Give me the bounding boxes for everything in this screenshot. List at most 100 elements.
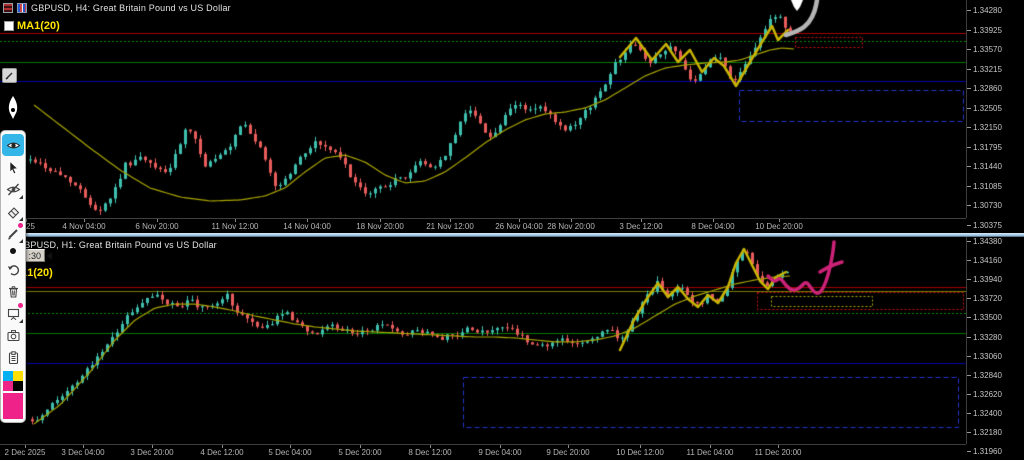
color-black[interactable] — [13, 381, 23, 391]
time-label: 4 Dec 12:00 — [185, 448, 259, 457]
price-tick — [967, 298, 971, 299]
price-tick — [967, 205, 971, 206]
price-axis-h4[interactable]: 1.342801.339251.335701.332151.328601.325… — [966, 0, 1024, 218]
time-label: 14 Nov 04:00 — [270, 222, 344, 231]
price-label: 1.34160 — [973, 256, 1002, 265]
time-label: 3 Dec 04:00 — [46, 448, 120, 457]
h4-chart-canvas[interactable] — [0, 0, 966, 218]
cursor-tool-button[interactable] — [2, 156, 24, 178]
price-label: 1.31440 — [973, 162, 1002, 171]
price-label: 1.32620 — [973, 390, 1002, 399]
price-tick — [967, 108, 971, 109]
price-tick — [967, 30, 971, 31]
ma-label-h4: MA1(20) — [17, 20, 60, 32]
panel-splitter[interactable] — [0, 233, 1024, 237]
trading-app-window: GBPUSD, H4: Great Britain Pound vs US Do… — [0, 0, 1024, 460]
ma-indicator-row: MA1(20) — [4, 20, 60, 32]
trash-icon — [6, 284, 21, 299]
clipboard-icon — [6, 350, 21, 365]
time-label: 9 Dec 04:00 — [463, 448, 537, 457]
privacy-screen-button[interactable] — [2, 178, 24, 200]
color-palette — [3, 371, 23, 391]
submenu-corner — [19, 217, 23, 221]
price-label: 1.33280 — [973, 333, 1002, 342]
color-cyan[interactable] — [3, 371, 13, 381]
price-tick — [967, 88, 971, 89]
price-tick — [967, 49, 971, 50]
pen-nib-icon[interactable] — [3, 95, 23, 125]
color-yellow[interactable] — [13, 371, 23, 381]
price-tick — [967, 166, 971, 167]
price-tick — [967, 356, 971, 357]
undo-button[interactable] — [2, 258, 24, 280]
price-tick — [967, 337, 971, 338]
price-tick — [967, 375, 971, 376]
price-tick — [967, 413, 971, 414]
pen-tool-button[interactable] — [2, 222, 24, 244]
price-label: 1.31085 — [973, 182, 1002, 191]
eye-icon — [6, 138, 21, 153]
eye-tool-button[interactable] — [2, 134, 24, 156]
price-label: 1.33060 — [973, 352, 1002, 361]
price-label: 1.32180 — [973, 428, 1002, 437]
submenu-corner — [19, 239, 23, 243]
h1-chart-canvas[interactable] — [0, 237, 966, 444]
countdown-arrow-icon — [47, 252, 52, 260]
price-tick — [967, 241, 971, 242]
stroke-size-dot[interactable] — [10, 248, 16, 254]
price-label: 1.34280 — [973, 6, 1002, 15]
time-axis-h4[interactable]: 20254 Nov 04:006 Nov 20:0011 Nov 12:0014… — [0, 218, 966, 234]
price-label: 1.32400 — [973, 409, 1002, 418]
chart-title-h1: GBPUSD, H1: Great Britain Pound vs US Do… — [17, 240, 217, 250]
chart-title-h4: GBPUSD, H4: Great Britain Pound vs US Do… — [31, 3, 231, 13]
price-label: 1.33570 — [973, 45, 1002, 54]
time-label: 10 Dec 12:00 — [603, 448, 677, 457]
price-label: 1.30730 — [973, 201, 1002, 210]
time-label: 11 Nov 12:00 — [198, 222, 272, 231]
price-tick — [967, 394, 971, 395]
time-label: 11 Dec 04:00 — [673, 448, 747, 457]
candle-countdown-value: :30 — [28, 251, 41, 261]
price-axis-h1[interactable]: 1.34380 1.34160 1.33940 1.33720 1.33500 1.332… — [966, 237, 1024, 444]
clipboard-button[interactable] — [2, 346, 24, 368]
chart-panel-h4: GBPUSD, H4: Great Britain Pound vs US Do… — [0, 0, 1024, 233]
chart-type-icon — [17, 3, 27, 13]
chart-panel-h1: GBPUSD, H1: Great Britain Pound vs US Do… — [0, 237, 1024, 460]
time-label: 9 Dec 20:00 — [531, 448, 605, 457]
time-label: 21 Nov 12:00 — [413, 222, 487, 231]
price-label: 1.33940 — [973, 275, 1002, 284]
screenshot-button[interactable] — [2, 324, 24, 346]
time-axis-h1[interactable]: 2 Dec 20253 Dec 04:003 Dec 20:004 Dec 12… — [0, 444, 966, 460]
time-label: 28 Nov 20:00 — [534, 222, 608, 231]
price-label: 1.33500 — [973, 313, 1002, 322]
price-label: 1.33720 — [973, 294, 1002, 303]
annotation-toolbar — [0, 95, 27, 423]
price-tick — [967, 69, 971, 70]
price-tick — [967, 451, 971, 452]
price-tick — [967, 279, 971, 280]
window-icon — [3, 3, 13, 13]
price-label: 1.32860 — [973, 84, 1002, 93]
submenu-corner — [19, 195, 23, 199]
price-tick — [967, 225, 971, 226]
eraser-tool-button[interactable] — [2, 200, 24, 222]
submenu-corner — [19, 319, 23, 323]
price-tick — [967, 127, 971, 128]
price-label: 1.33215 — [973, 65, 1002, 74]
time-label: 11 Dec 20:00 — [741, 448, 815, 457]
camera-icon — [6, 328, 21, 343]
price-tick — [967, 147, 971, 148]
mini-pen-icon[interactable] — [2, 68, 17, 83]
price-label: 1.30375 — [973, 221, 1002, 230]
price-label: 1.34380 — [973, 237, 1002, 246]
ma-checkbox[interactable] — [4, 21, 14, 31]
whiteboard-button[interactable] — [2, 302, 24, 324]
active-color-swatch[interactable] — [3, 393, 23, 419]
color-pink[interactable] — [3, 381, 13, 391]
undo-icon — [6, 262, 21, 277]
price-label: 1.31795 — [973, 143, 1002, 152]
trash-button[interactable] — [2, 280, 24, 302]
time-label: 8 Dec 04:00 — [676, 222, 750, 231]
price-label: 1.32840 — [973, 371, 1002, 380]
price-tick — [967, 432, 971, 433]
